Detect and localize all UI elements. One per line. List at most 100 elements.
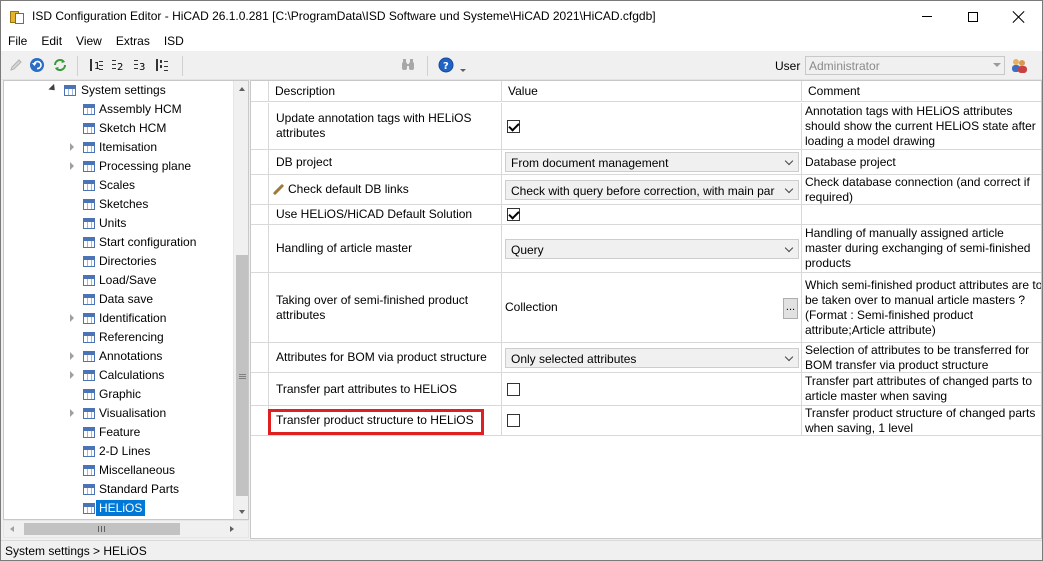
- undo-icon[interactable]: [28, 56, 46, 74]
- grid-row[interactable]: Transfer product structure to HELiOS Tran…: [251, 406, 1041, 436]
- value-cell[interactable]: From document management: [502, 150, 802, 174]
- value-cell[interactable]: [502, 205, 802, 224]
- level-1-icon[interactable]: 1: [87, 56, 105, 74]
- expand-arrow-icon[interactable]: [70, 352, 78, 360]
- help-dropdown-icon[interactable]: [458, 56, 468, 74]
- menu-view[interactable]: View: [69, 32, 109, 51]
- tree-node[interactable]: Itemisation: [4, 138, 232, 157]
- expand-arrow-icon[interactable]: [70, 162, 78, 170]
- row-header[interactable]: [251, 406, 269, 435]
- tree-node[interactable]: HELiOS: [4, 499, 232, 518]
- grid-row[interactable]: DB project From document management Databa…: [251, 150, 1041, 175]
- users-icon[interactable]: [1010, 56, 1028, 74]
- tree-node-system-settings[interactable]: System settings: [4, 81, 232, 100]
- value-checkbox[interactable]: [507, 208, 520, 221]
- scroll-left-icon[interactable]: [10, 526, 14, 532]
- tree-node[interactable]: Referencing: [4, 328, 232, 347]
- expand-arrow-icon[interactable]: [70, 371, 78, 379]
- row-header[interactable]: [251, 343, 269, 372]
- table-icon: [83, 484, 95, 495]
- tree-node[interactable]: Standard Parts: [4, 480, 232, 499]
- grid-row[interactable]: Check default DB links Check with query b…: [251, 175, 1041, 205]
- find-icon[interactable]: [399, 56, 417, 74]
- tree-vertical-scrollbar[interactable]: [233, 81, 248, 519]
- row-header[interactable]: [251, 150, 269, 174]
- grid-row[interactable]: Taking over of semi-finished product att…: [251, 273, 1041, 343]
- tree-node[interactable]: Visualisation: [4, 404, 232, 423]
- value-cell[interactable]: [502, 373, 802, 405]
- value-cell[interactable]: Query: [502, 225, 802, 272]
- value-checkbox[interactable]: [507, 119, 520, 133]
- level-3-icon[interactable]: 3: [131, 56, 149, 74]
- tree-node[interactable]: Data save: [4, 290, 232, 309]
- grid-row[interactable]: Transfer part attributes to HELiOS Transf…: [251, 373, 1041, 406]
- tree-node[interactable]: Calculations: [4, 366, 232, 385]
- tree-node[interactable]: Start configuration: [4, 233, 232, 252]
- value-dropdown[interactable]: Only selected attributes: [505, 347, 799, 368]
- minimize-button[interactable]: [904, 1, 950, 32]
- grid-row[interactable]: Update annotation tags with HELiOS attri…: [251, 103, 1041, 150]
- row-header[interactable]: [251, 103, 269, 149]
- row-header[interactable]: [251, 225, 269, 272]
- tree-node[interactable]: Load/Save: [4, 271, 232, 290]
- value-cell[interactable]: [502, 406, 802, 435]
- dropdown-value: Check with query before correction, with…: [511, 183, 775, 198]
- edit-pencil-icon[interactable]: [7, 56, 25, 74]
- settings-tree[interactable]: System settings Assembly HCM Sketch HCM Ite…: [3, 80, 249, 520]
- tree-node[interactable]: Annotations: [4, 347, 232, 366]
- scroll-down-icon[interactable]: [239, 510, 245, 514]
- user-select[interactable]: Administrator: [805, 56, 1005, 75]
- scroll-thumb[interactable]: [236, 255, 248, 496]
- tree-horizontal-scrollbar[interactable]: [3, 520, 249, 538]
- tree-node[interactable]: Feature: [4, 423, 232, 442]
- tree-node[interactable]: Graphic: [4, 385, 232, 404]
- value-dropdown[interactable]: From document management: [505, 152, 799, 172]
- row-header[interactable]: [251, 373, 269, 405]
- tree-node[interactable]: Scales: [4, 176, 232, 195]
- row-header[interactable]: [251, 273, 269, 342]
- close-button[interactable]: [996, 1, 1042, 32]
- value-checkbox[interactable]: [507, 382, 520, 396]
- menu-edit[interactable]: Edit: [34, 32, 69, 51]
- tree-node[interactable]: Directories: [4, 252, 232, 271]
- grid-row[interactable]: Handling of article master Query Handling …: [251, 225, 1041, 273]
- expand-arrow-icon[interactable]: [70, 143, 78, 151]
- expand-arrow-icon[interactable]: [70, 409, 78, 417]
- scroll-right-icon[interactable]: [230, 526, 234, 532]
- level-2-icon[interactable]: 2: [109, 56, 127, 74]
- value-checkbox[interactable]: [507, 414, 520, 427]
- tree-node[interactable]: Assembly HCM: [4, 100, 232, 119]
- expand-arrow-icon[interactable]: [70, 314, 78, 322]
- scroll-up-icon[interactable]: [239, 87, 245, 91]
- expand-all-icon[interactable]: [153, 56, 171, 74]
- tree-node[interactable]: Sketch HCM: [4, 119, 232, 138]
- tree-node[interactable]: Identification: [4, 309, 232, 328]
- value-cell[interactable]: Only selected attributes: [502, 343, 802, 372]
- row-header[interactable]: [251, 205, 269, 224]
- maximize-button[interactable]: [950, 1, 996, 32]
- column-value[interactable]: Value: [502, 81, 802, 102]
- value-cell[interactable]: [502, 103, 802, 149]
- grid-row[interactable]: Use HELiOS/HiCAD Default Solution: [251, 205, 1041, 225]
- collapse-arrow-icon[interactable]: [48, 83, 58, 94]
- value-dropdown[interactable]: Query: [505, 238, 799, 259]
- row-header[interactable]: [251, 175, 269, 204]
- tree-label: HELiOS: [96, 500, 146, 516]
- column-description[interactable]: Description: [269, 81, 502, 102]
- help-icon[interactable]: ?: [437, 56, 455, 74]
- tree-node[interactable]: Miscellaneous: [4, 461, 232, 480]
- tree-node[interactable]: Units: [4, 214, 232, 233]
- grid-row[interactable]: Attributes for BOM via product structure…: [251, 343, 1041, 373]
- tree-node[interactable]: Processing plane: [4, 157, 232, 176]
- menu-file[interactable]: File: [1, 32, 34, 51]
- scroll-thumb[interactable]: [24, 523, 180, 535]
- value-cell[interactable]: Collection: [502, 273, 802, 342]
- tree-node[interactable]: 2-D Lines: [4, 442, 232, 461]
- column-comment[interactable]: Comment: [802, 81, 1041, 102]
- value-cell[interactable]: Check with query before correction, with…: [502, 175, 802, 204]
- refresh-icon[interactable]: [51, 56, 69, 74]
- menu-extras[interactable]: Extras: [109, 32, 157, 51]
- tree-node[interactable]: Sketches: [4, 195, 232, 214]
- menu-isd[interactable]: ISD: [157, 32, 191, 51]
- value-dropdown[interactable]: Check with query before correction, with…: [505, 179, 799, 200]
